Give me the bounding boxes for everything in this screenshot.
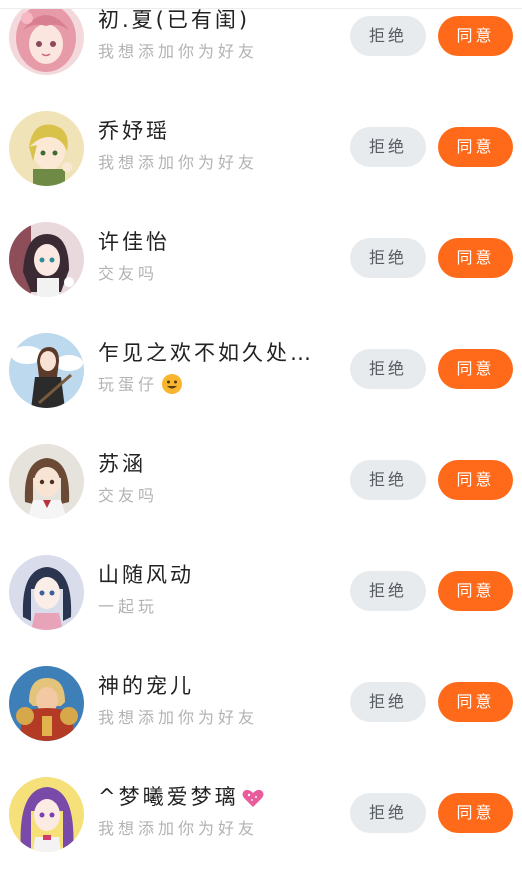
reject-button[interactable]: 拒绝 <box>350 238 426 278</box>
dark-hair-girl-avatar[interactable] <box>9 222 84 297</box>
request-message: 我想添加你为好友 <box>98 153 259 172</box>
accept-button[interactable]: 同意 <box>438 793 513 833</box>
accept-button[interactable]: 同意 <box>438 349 513 389</box>
reject-button[interactable]: 拒绝 <box>350 349 426 389</box>
friend-request-item: 山随风动 一起玩 拒绝 同意 <box>0 539 522 650</box>
reject-button[interactable]: 拒绝 <box>350 127 426 167</box>
requester-name: 苏涵 <box>98 452 146 476</box>
reject-button[interactable]: 拒绝 <box>350 460 426 500</box>
friend-request-item: ^梦曦爱梦璃 我想添加你为好友 拒绝 同意 <box>0 761 522 872</box>
accept-button[interactable]: 同意 <box>438 127 513 167</box>
pink-hair-girl-avatar[interactable] <box>9 0 84 75</box>
reject-button[interactable]: 拒绝 <box>350 682 426 722</box>
blonde-boy-avatar[interactable] <box>9 111 84 186</box>
accept-button[interactable]: 同意 <box>438 16 513 56</box>
purple-hair-girl-avatar[interactable] <box>9 777 84 852</box>
brown-hair-girl-avatar[interactable] <box>9 444 84 519</box>
accept-button[interactable]: 同意 <box>438 682 513 722</box>
request-message: 玩蛋仔 <box>98 371 184 395</box>
requester-name: 乔妤瑶 <box>98 119 170 143</box>
accept-button[interactable]: 同意 <box>438 460 513 500</box>
request-message: 交友吗 <box>98 486 159 505</box>
reject-button[interactable]: 拒绝 <box>350 16 426 56</box>
sparkling-heart-emoji <box>242 789 264 807</box>
request-message: 我想添加你为好友 <box>98 42 259 61</box>
top-divider <box>0 0 522 9</box>
armored-warrior-avatar[interactable] <box>9 666 84 741</box>
friend-request-list: 初.夏(已有闺) 我想添加你为好友 拒绝 同意 乔妤瑶 我想添加你为好友 拒绝 … <box>0 0 522 872</box>
accept-button[interactable]: 同意 <box>438 238 513 278</box>
anime-girl-blue-hair-avatar[interactable] <box>9 555 84 630</box>
friend-request-item: 乔妤瑶 我想添加你为好友 拒绝 同意 <box>0 95 522 206</box>
smiling-face-emoji <box>162 374 183 394</box>
request-message: 一起玩 <box>98 597 159 616</box>
requester-name: 乍见之欢不如久处… <box>98 341 314 365</box>
friend-request-item: 神的宠儿 我想添加你为好友 拒绝 同意 <box>0 650 522 761</box>
request-message: 我想添加你为好友 <box>98 708 259 727</box>
accept-button[interactable]: 同意 <box>438 571 513 611</box>
friend-request-item: 乍见之欢不如久处… 玩蛋仔 拒绝 同意 <box>0 317 522 428</box>
friend-request-item: 许佳怡 交友吗 拒绝 同意 <box>0 206 522 317</box>
friend-request-item: 苏涵 交友吗 拒绝 同意 <box>0 428 522 539</box>
requester-name: 神的宠儿 <box>98 674 194 698</box>
requester-name: 山随风动 <box>98 563 194 587</box>
friend-request-item: 初.夏(已有闺) 我想添加你为好友 拒绝 同意 <box>0 0 522 95</box>
reject-button[interactable]: 拒绝 <box>350 571 426 611</box>
request-message: 我想添加你为好友 <box>98 819 259 838</box>
request-message: 交友吗 <box>98 264 159 283</box>
reject-button[interactable]: 拒绝 <box>350 793 426 833</box>
requester-name: 许佳怡 <box>98 230 170 254</box>
requester-name: ^梦曦爱梦璃 <box>98 781 334 811</box>
girl-with-guitar-avatar[interactable] <box>9 333 84 408</box>
